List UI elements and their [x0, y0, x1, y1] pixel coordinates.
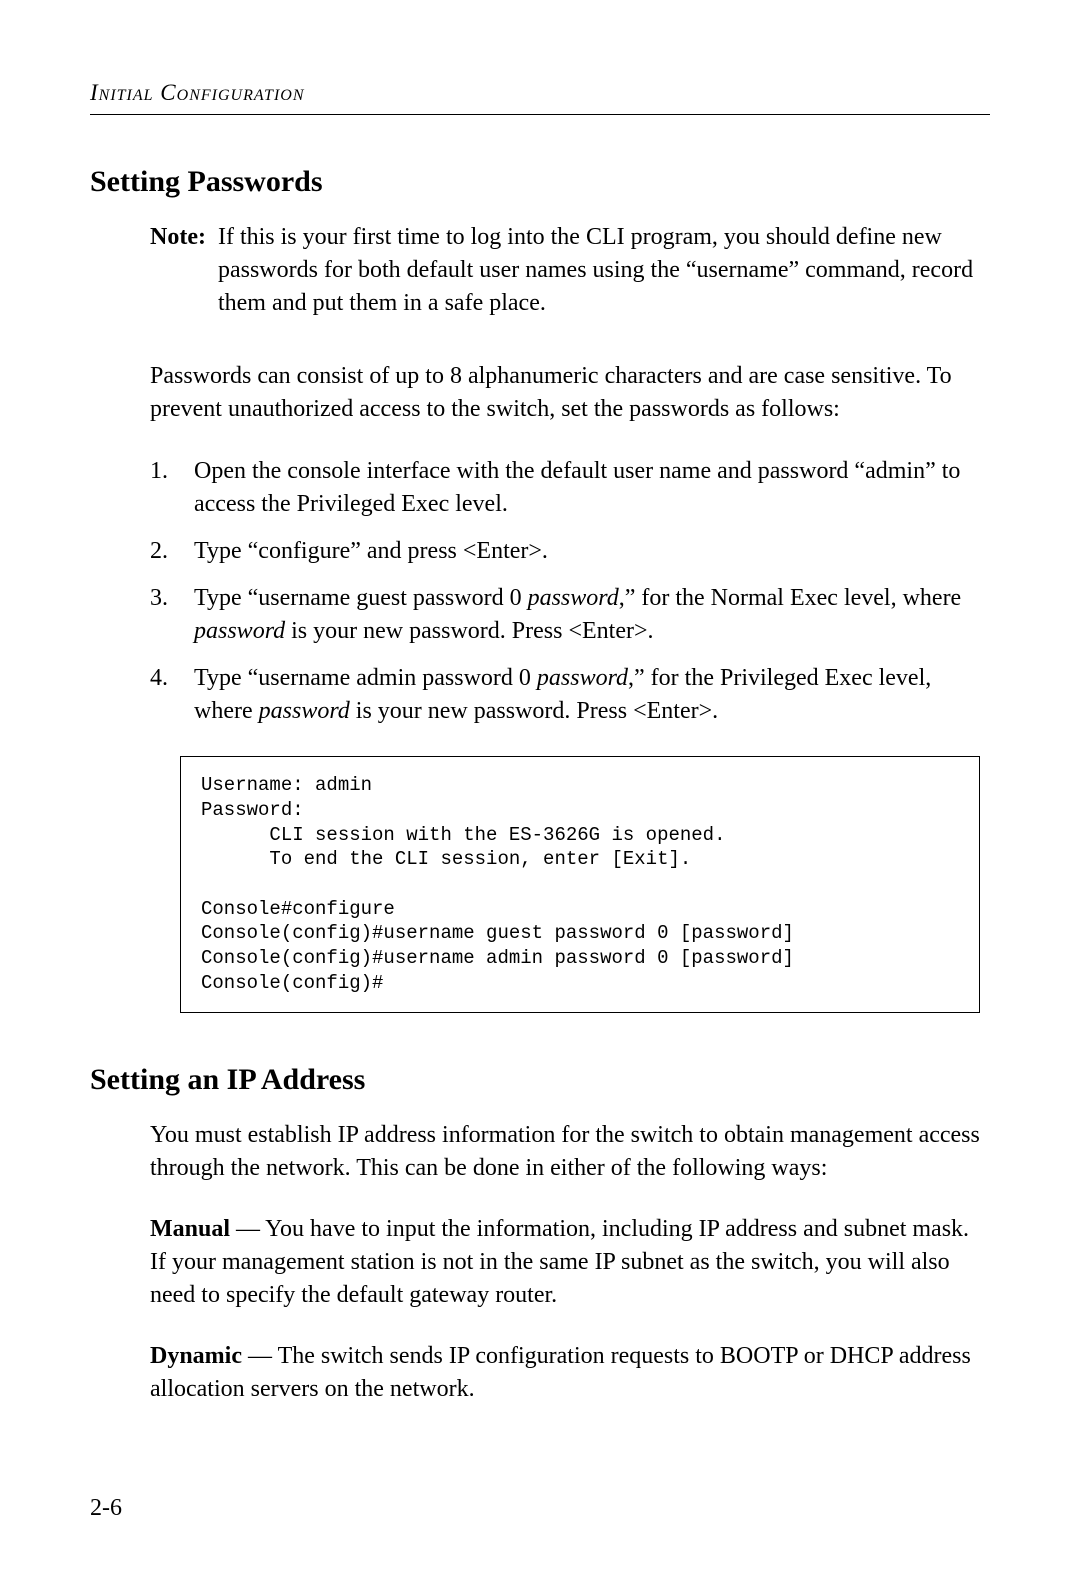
section-heading-ip: Setting an IP Address — [90, 1063, 990, 1097]
step-3: Type “username guest password 0 password… — [150, 582, 990, 648]
passwords-intro: Passwords can consist of up to 8 alphanu… — [150, 360, 990, 426]
header-rule — [90, 114, 990, 115]
s3b: ,” for the Normal Exec level, where — [619, 585, 962, 611]
note-block: Note: If this is your first time to log … — [150, 221, 990, 320]
dynamic-label: Dynamic — [150, 1343, 242, 1369]
manual-text: — You have to input the information, inc… — [150, 1216, 969, 1308]
step-2: Type “configure” and press <Enter>. — [150, 535, 990, 568]
ip-manual: Manual — You have to input the informati… — [150, 1213, 990, 1312]
cli-code-block: Username: admin Password: CLI session wi… — [180, 756, 980, 1012]
s4a: Type “username admin password 0 — [194, 665, 537, 691]
s4c: is your new password. Press <Enter>. — [350, 698, 718, 724]
password-steps: Open the console interface with the defa… — [150, 455, 990, 729]
s3c: is your new password. Press <Enter>. — [285, 618, 653, 644]
step-3-text: Type “username guest password 0 password… — [194, 582, 990, 648]
step-4-text: Type “username admin password 0 password… — [194, 662, 990, 728]
step-1: Open the console interface with the defa… — [150, 455, 990, 521]
manual-label: Manual — [150, 1216, 230, 1242]
dynamic-text: — The switch sends IP configuration requ… — [150, 1343, 971, 1402]
step-2-text: Type “configure” and press <Enter>. — [194, 535, 990, 568]
s3a: Type “username guest password 0 — [194, 585, 528, 611]
page-number: 2-6 — [90, 1495, 122, 1522]
s4-italic2: password — [259, 698, 350, 724]
note-text: If this is your first time to log into t… — [218, 221, 990, 320]
ip-dynamic: Dynamic — The switch sends IP configurat… — [150, 1340, 990, 1406]
note-label: Note: — [150, 221, 206, 320]
running-header: Initial Configuration — [90, 80, 990, 106]
s3-italic1: password — [528, 585, 619, 611]
step-4: Type “username admin password 0 password… — [150, 662, 990, 728]
s3-italic2: password — [194, 618, 285, 644]
section-heading-passwords: Setting Passwords — [90, 165, 990, 199]
s4-italic1: password — [537, 665, 628, 691]
step-1-text: Open the console interface with the defa… — [194, 455, 990, 521]
ip-intro: You must establish IP address informatio… — [150, 1119, 990, 1185]
